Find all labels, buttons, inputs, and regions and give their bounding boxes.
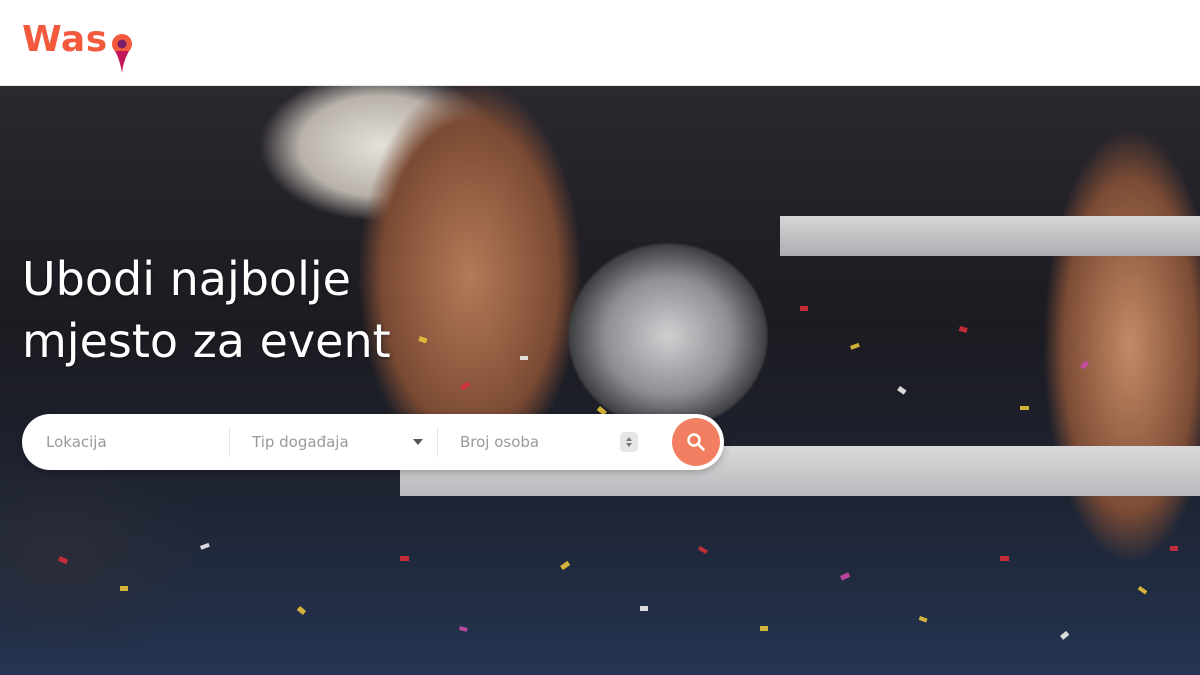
wasp-logo[interactable]: Was: [22, 14, 134, 73]
confetti-decoration: [57, 306, 1178, 640]
location-pin-icon: [111, 34, 132, 73]
search-icon: [687, 433, 705, 451]
stepper-up-icon[interactable]: [626, 437, 632, 441]
event-type-field[interactable]: Tip događaja: [230, 427, 438, 457]
search-bar: Tip događaja: [22, 414, 724, 470]
headline-line-2: mjesto za event: [22, 314, 391, 368]
top-header: Was: [0, 0, 1200, 86]
hero-banner: Ubodi najbolje mjesto za event Tip događ…: [0, 86, 1200, 675]
guests-field: [438, 427, 664, 457]
event-type-select[interactable]: Tip događaja: [252, 433, 349, 451]
stepper-down-icon[interactable]: [626, 443, 632, 447]
logo-text: Was: [22, 19, 108, 60]
headline-line-1: Ubodi najbolje: [22, 252, 351, 306]
guests-stepper[interactable]: [620, 432, 638, 452]
location-field: [22, 427, 230, 457]
chevron-down-icon: [413, 439, 423, 445]
guests-input[interactable]: [460, 433, 610, 451]
hero-headline: Ubodi najbolje mjesto za event: [22, 248, 391, 372]
search-button[interactable]: [672, 418, 720, 466]
location-input[interactable]: [46, 433, 196, 451]
